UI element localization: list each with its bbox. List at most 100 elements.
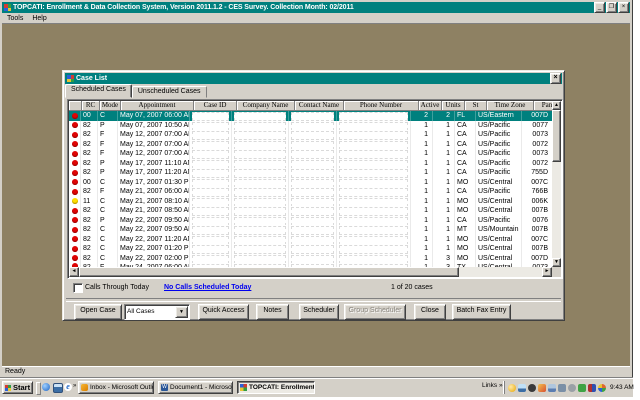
network-icon[interactable] <box>558 384 566 392</box>
close-icon[interactable]: × <box>618 2 629 13</box>
column-header-St[interactable]: St <box>465 101 487 111</box>
table-row[interactable]: 00CMay 17, 2007 01:30 PM11MOUS/Central00… <box>69 178 552 188</box>
column-header-Active[interactable]: Active <box>419 101 442 111</box>
scroll-left-icon[interactable]: ◄ <box>69 267 79 277</box>
case-filter-select[interactable]: All Cases ▼ <box>124 304 190 320</box>
column-header-Contact Name[interactable]: Contact Name <box>295 101 344 111</box>
active-cell: 1 <box>411 149 433 159</box>
table-row[interactable]: 82FMay 12, 2007 07:00 AM11CAUS/Pacific00… <box>69 140 552 150</box>
table-row[interactable]: 82CMay 22, 2007 11:20 AM11MOUS/Central00… <box>69 235 552 245</box>
shield-icon[interactable] <box>588 384 596 392</box>
column-header-Mode[interactable]: Mode <box>100 101 121 111</box>
messenger-icon[interactable] <box>508 384 516 392</box>
table-row[interactable]: 82FMay 12, 2007 07:00 AM11CAUS/Pacific00… <box>69 130 552 140</box>
table-row[interactable]: 82FMay 21, 2007 06:00 AM11CAUS/Pacific76… <box>69 187 552 197</box>
status-cell <box>69 178 81 188</box>
table-row[interactable]: 82FMay 12, 2007 07:00 AM11CAUS/Pacific00… <box>69 149 552 159</box>
redacted-company-name <box>234 217 286 226</box>
redacted-contact-name <box>291 207 334 216</box>
task-button[interactable]: Inbox - Microsoft Outlook. <box>78 381 154 394</box>
st-cell: MO <box>455 254 476 264</box>
network-error-icon[interactable] <box>548 384 556 392</box>
notes-button[interactable]: Notes <box>256 304 289 320</box>
tz-cell: US/Central <box>476 197 522 207</box>
antivirus-icon[interactable] <box>578 384 586 392</box>
red-status-icon <box>72 122 78 128</box>
toolbar-handle[interactable] <box>36 382 41 395</box>
vertical-scroll-thumb[interactable] <box>552 110 561 162</box>
batch-fax-entry-button[interactable]: Batch Fax Entry <box>452 304 511 320</box>
status-cell <box>69 235 81 245</box>
chevron-down-icon[interactable]: ▼ <box>175 306 188 318</box>
horizontal-scrollbar[interactable]: ◄ ► <box>69 267 552 277</box>
dialog-close-icon[interactable]: × <box>550 73 561 84</box>
tab-scheduled-cases[interactable]: Scheduled Cases <box>65 84 132 98</box>
tab-unscheduled-cases[interactable]: Unscheduled Cases <box>132 86 207 98</box>
table-row[interactable]: 82PMay 07, 2007 10:50 AM11CAUS/Pacific00… <box>69 121 552 131</box>
table-row[interactable]: 11CMay 21, 2007 08:10 AM11MOUS/Central00… <box>69 197 552 207</box>
links-overflow-icon[interactable]: » <box>499 382 503 389</box>
links-toolbar[interactable]: Links » <box>482 382 503 389</box>
status-cell <box>69 197 81 207</box>
redacted-contact-name-cell <box>289 235 337 245</box>
task-button[interactable]: TOPCATI: Enrollment... <box>237 381 315 394</box>
scheduler-button[interactable]: Scheduler <box>299 304 339 320</box>
quick-launch-media-icon[interactable] <box>42 383 50 391</box>
volume-icon[interactable] <box>568 384 576 392</box>
column-header-Appointment[interactable]: Appointment <box>121 101 194 111</box>
scroll-right-icon[interactable]: ► <box>542 267 552 277</box>
active-cell: 1 <box>411 235 433 245</box>
task-button[interactable]: WDocument1 - Microsoft W... <box>158 381 233 394</box>
column-header-Case ID[interactable]: Case ID <box>194 101 237 111</box>
table-row[interactable]: 82PMay 17, 2007 11:10 AM11CAUS/Pacific00… <box>69 159 552 169</box>
column-header-status[interactable] <box>69 101 82 111</box>
menu-item-tools[interactable]: Tools <box>7 14 23 23</box>
table-row[interactable]: 82CMay 21, 2007 08:50 AM11MOUS/Central00… <box>69 206 552 216</box>
redacted-phone-number <box>339 198 408 207</box>
menu-item-help[interactable]: Help <box>32 14 46 23</box>
alert-icon[interactable] <box>538 384 546 392</box>
rc-cell: 82 <box>81 149 98 159</box>
redacted-phone-number <box>339 141 408 150</box>
redacted-contact-name <box>291 188 334 197</box>
column-header-Company Name[interactable]: Company Name <box>237 101 295 111</box>
start-button[interactable]: Start <box>2 381 33 394</box>
msn-icon[interactable] <box>598 384 606 392</box>
table-row[interactable]: 82CMay 22, 2007 02:00 PM13MOUS/Central00… <box>69 254 552 264</box>
vertical-scrollbar[interactable]: ▲ ▼ <box>552 101 561 267</box>
scroll-up-icon[interactable]: ▲ <box>552 101 561 110</box>
tz-cell: US/Pacific <box>476 168 522 178</box>
case-filter-value: All Cases <box>127 306 177 317</box>
quick-launch-desktop-icon[interactable] <box>53 383 63 393</box>
tz-cell: US/Pacific <box>476 159 522 169</box>
redacted-company-name-cell <box>232 197 289 207</box>
close-button[interactable]: Close <box>414 304 446 320</box>
quick-access-button[interactable]: Quick Access <box>198 304 249 320</box>
appointment-cell: May 07, 2007 10:50 AM <box>118 121 190 131</box>
restore-icon[interactable]: ❐ <box>606 2 617 13</box>
table-row[interactable]: 82PMay 22, 2007 09:50 AM11CAUS/Pacific00… <box>69 216 552 226</box>
display-icon[interactable] <box>518 384 526 392</box>
calls-through-today-checkbox[interactable] <box>73 283 83 293</box>
open-case-button[interactable]: Open Case <box>74 304 122 320</box>
redacted-company-name-cell <box>232 149 289 159</box>
scroll-down-icon[interactable]: ▼ <box>552 258 561 267</box>
quick-launch-ie-icon[interactable]: e <box>64 383 72 391</box>
column-header-RC[interactable]: RC <box>82 101 100 111</box>
column-header-Units[interactable]: Units <box>442 101 465 111</box>
column-header-Phone Number[interactable]: Phone Number <box>344 101 419 111</box>
table-row[interactable]: 82PMay 17, 2007 11:20 AM11CAUS/Pacific75… <box>69 168 552 178</box>
horizontal-scroll-thumb[interactable] <box>79 267 459 277</box>
no-calls-scheduled-link[interactable]: No Calls Scheduled Today <box>164 283 251 292</box>
table-row[interactable]: 00CMay 07, 2007 06:00 AM22FLUS/Eastern00… <box>69 111 552 121</box>
column-header-Panel[interactable]: Panel <box>534 101 552 111</box>
redacted-case-id <box>192 217 229 226</box>
phone-icon[interactable] <box>528 384 536 392</box>
status-cell <box>69 254 81 264</box>
minimize-icon[interactable]: _ <box>594 2 605 13</box>
quick-launch-overflow-icon[interactable]: » <box>73 383 76 389</box>
table-row[interactable]: 82CMay 22, 2007 01:20 PM11MOUS/Central00… <box>69 244 552 254</box>
table-row[interactable]: 82CMay 22, 2007 09:50 AM11MTUS/Mountain0… <box>69 225 552 235</box>
column-header-Time Zone[interactable]: Time Zone <box>487 101 534 111</box>
redacted-contact-name <box>291 122 334 131</box>
